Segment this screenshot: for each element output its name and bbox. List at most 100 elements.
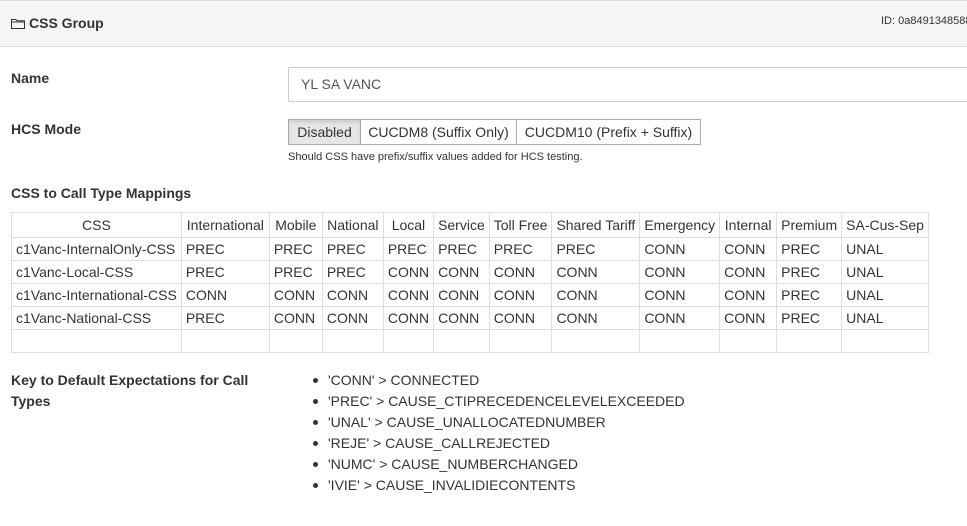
table-cell: UNAL (841, 283, 929, 307)
table-cell: CONN (639, 306, 721, 330)
table-cell: UNAL (841, 237, 929, 261)
col-national: National (321, 212, 384, 238)
table-cell (433, 329, 490, 353)
table-cell: CONN (551, 283, 641, 307)
table-cell (776, 329, 843, 353)
table-cell: CONN (180, 283, 270, 307)
key-list: 'CONN' > CONNECTED 'PREC' > CAUSE_CTIPRE… (313, 370, 685, 496)
table-cell: CONN (382, 260, 435, 284)
table-cell: c1Vanc-National-CSS (11, 306, 182, 330)
table-cell: CONN (382, 283, 435, 307)
table-cell: PREC (776, 283, 843, 307)
panel-title: CSS Group (29, 15, 104, 31)
table-cell: PREC (776, 306, 843, 330)
list-item: 'IVIE' > CAUSE_INVALIDIECONTENTS (313, 475, 685, 496)
table-row-empty (11, 329, 929, 353)
table-row: c1Vanc-National-CSS PREC CONN CONN CONN … (11, 306, 929, 330)
col-sa-cus-sep: SA-Cus-Sep (841, 212, 929, 238)
col-emergency: Emergency (639, 212, 721, 238)
table-cell: CONN (639, 283, 721, 307)
table-cell: CONN (551, 306, 641, 330)
col-international: International (180, 212, 270, 238)
folder-icon (11, 19, 25, 29)
table-cell: CONN (321, 283, 384, 307)
table-cell: CONN (719, 283, 778, 307)
record-id: ID: 0a8491348588 (881, 15, 967, 27)
key-label-line1: Key to Default Expectations for Call (11, 372, 249, 388)
col-css: CSS (11, 212, 182, 238)
col-premium: Premium (776, 212, 843, 238)
col-shared-tariff: Shared Tariff (551, 212, 641, 238)
table-cell: CONN (268, 306, 323, 330)
list-item: 'PREC' > CAUSE_CTIPRECEDENCELEVELEXCEEDE… (313, 391, 685, 412)
name-input[interactable]: YL SA VANC (288, 67, 967, 102)
hcs-disabled-button[interactable]: Disabled (288, 119, 361, 145)
table-cell: CONN (719, 237, 778, 261)
table-cell: UNAL (841, 260, 929, 284)
col-local: Local (382, 212, 435, 238)
hcs-cucdm10-button[interactable]: CUCDM10 (Prefix + Suffix) (516, 119, 701, 145)
table-cell (639, 329, 721, 353)
table-cell: PREC (551, 237, 641, 261)
panel-header: CSS Group ID: 0a8491348588 (0, 0, 967, 47)
table-cell: CONN (488, 283, 553, 307)
table-header-row: CSS International Mobile National Local … (11, 212, 929, 238)
list-item: 'REJE' > CAUSE_CALLREJECTED (313, 433, 685, 454)
table-cell (551, 329, 641, 353)
table-cell: c1Vanc-InternalOnly-CSS (11, 237, 182, 261)
col-service: Service (433, 212, 490, 238)
table-cell (719, 329, 778, 353)
list-item: 'NUMC' > CAUSE_NUMBERCHANGED (313, 454, 685, 475)
list-item: 'UNAL' > CAUSE_UNALLOCATEDNUMBER (313, 412, 685, 433)
table-cell: CONN (719, 306, 778, 330)
hcs-cucdm8-button[interactable]: CUCDM8 (Suffix Only) (360, 119, 517, 145)
table-cell (488, 329, 553, 353)
table-cell: PREC (268, 260, 323, 284)
table-cell: CONN (433, 260, 490, 284)
key-label-line2: Types (11, 393, 51, 409)
col-mobile: Mobile (268, 212, 323, 238)
table-row: c1Vanc-Local-CSS PREC PREC PREC CONN CON… (11, 260, 929, 284)
table-cell: CONN (488, 306, 553, 330)
table-row: c1Vanc-InternalOnly-CSS PREC PREC PREC P… (11, 237, 929, 261)
table-cell (268, 329, 323, 353)
table-cell: CONN (321, 306, 384, 330)
table-cell: PREC (321, 260, 384, 284)
table-cell: PREC (488, 237, 553, 261)
col-internal: Internal (719, 212, 778, 238)
table-cell: PREC (776, 237, 843, 261)
table-cell: PREC (268, 237, 323, 261)
table-cell: PREC (382, 237, 435, 261)
table-cell: PREC (180, 306, 270, 330)
table-cell: c1Vanc-Local-CSS (11, 260, 182, 284)
table-cell: c1Vanc-International-CSS (11, 283, 182, 307)
css-mapping-table: CSS International Mobile National Local … (11, 212, 929, 353)
table-cell (11, 329, 182, 353)
table-cell: PREC (180, 237, 270, 261)
table-cell (382, 329, 435, 353)
table-cell: CONN (551, 260, 641, 284)
table-cell: CONN (639, 237, 721, 261)
table-cell: PREC (180, 260, 270, 284)
table-cell: CONN (382, 306, 435, 330)
table-cell: PREC (321, 237, 384, 261)
table-row: c1Vanc-International-CSS CONN CONN CONN … (11, 283, 929, 307)
table-cell: CONN (639, 260, 721, 284)
table-cell: CONN (433, 283, 490, 307)
name-label: Name (11, 70, 50, 86)
list-item: 'CONN' > CONNECTED (313, 370, 685, 391)
table-cell: CONN (488, 260, 553, 284)
table-cell (180, 329, 270, 353)
col-toll-free: Toll Free (488, 212, 553, 238)
table-cell: UNAL (841, 306, 929, 330)
table-cell: PREC (776, 260, 843, 284)
hcs-mode-toggle: Disabled CUCDM8 (Suffix Only) CUCDM10 (P… (288, 119, 701, 145)
table-cell: CONN (433, 306, 490, 330)
mappings-label: CSS to Call Type Mappings (11, 185, 192, 201)
hcs-mode-label: HCS Mode (11, 121, 81, 137)
table-cell: PREC (433, 237, 490, 261)
table-cell: CONN (719, 260, 778, 284)
table-cell (841, 329, 929, 353)
hcs-help-text: Should CSS have prefix/suffix values add… (288, 151, 583, 163)
table-cell: CONN (268, 283, 323, 307)
